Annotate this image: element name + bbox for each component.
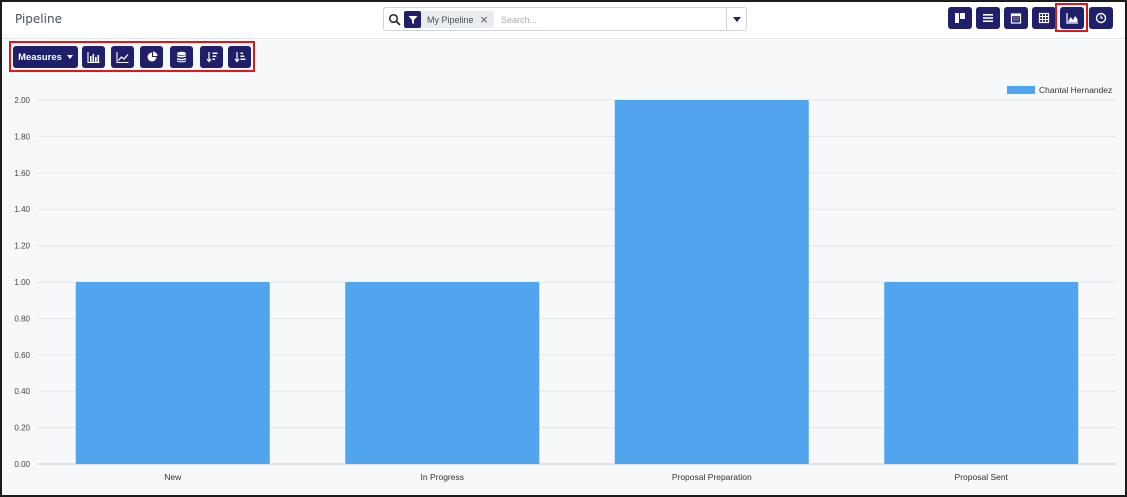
y-tick-label: 0.00 [14,460,30,469]
pivot-table-icon [1038,12,1050,24]
kanban-view-button[interactable] [948,7,972,29]
y-tick-label: 1.80 [14,132,30,141]
activity-view-button[interactable] [1089,7,1113,29]
x-tick-label: New [164,472,182,482]
y-tick-label: 0.60 [14,351,30,360]
facet-label: My Pipeline [427,14,474,25]
legend-label: Chantal Hernandez [1039,85,1112,95]
x-tick-label: Proposal Sent [955,472,1009,482]
y-tick-label: 0.20 [14,424,30,433]
pivot-view-button[interactable] [1032,7,1056,29]
bar-proposal-preparation [614,100,809,464]
y-tick-label: 1.60 [14,169,30,178]
search-input[interactable] [501,11,721,28]
search-bar[interactable]: My Pipeline × [383,7,747,31]
bar-chart: 0.00 0.20 0.40 0.60 0.80 1.00 1.20 1.40 1.60 1.80… [14,85,1116,482]
filter-icon [404,11,421,28]
calendar-view-button[interactable] [1004,7,1028,29]
page-title: Pipeline [15,12,62,26]
list-icon [983,14,993,22]
search-icon [388,12,402,26]
list-view-button[interactable] [976,7,1000,29]
search-options-toggle[interactable] [726,8,746,30]
y-tick-label: 0.80 [14,314,30,323]
x-tick-label: Proposal Preparation [672,472,752,482]
y-tick-label: 1.20 [14,242,30,251]
clock-icon [1095,12,1107,24]
graph-view-highlight [1055,3,1088,32]
calendar-icon [1010,13,1022,24]
y-tick-label: 2.00 [14,96,30,105]
bar-proposal-sent [884,282,1079,464]
y-tick-label: 1.00 [14,278,30,287]
facet-remove-icon[interactable]: × [480,11,494,28]
bar-in-progress [345,282,540,464]
y-tick-label: 0.40 [14,387,30,396]
kanban-icon [955,13,965,23]
x-tick-label: In Progress [421,472,464,482]
y-tick-label: 1.40 [14,205,30,214]
legend-swatch [1007,86,1035,94]
caret-down-icon [732,16,741,22]
bar-new [75,282,270,464]
search-facet[interactable]: My Pipeline × [404,11,494,28]
